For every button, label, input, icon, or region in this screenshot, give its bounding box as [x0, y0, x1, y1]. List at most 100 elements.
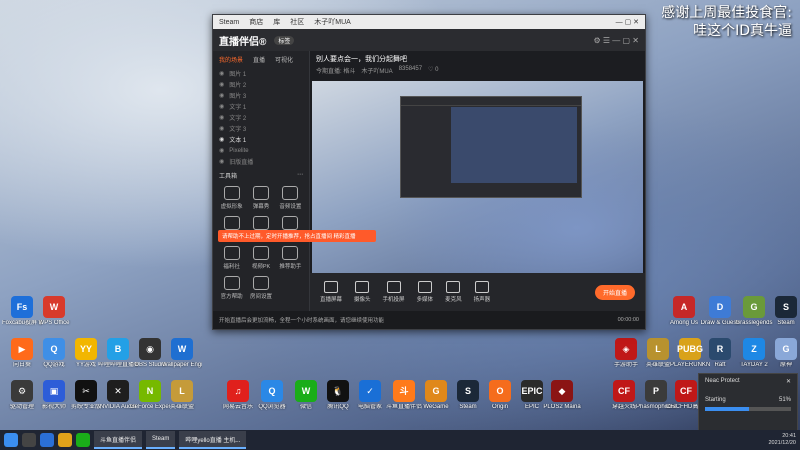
tool-icon	[252, 276, 269, 290]
eye-icon[interactable]: ◉	[219, 125, 224, 132]
speaker-button[interactable]: 扬声器	[474, 281, 490, 303]
toolbox-item-label: 福利社	[223, 264, 240, 270]
desktop-icon-left-7[interactable]: W Wallpaper Engine	[162, 338, 202, 369]
source-item[interactable]: ◉ Pixelite	[213, 145, 309, 156]
eye-icon[interactable]: ◉	[219, 136, 224, 143]
menu-user[interactable]: 木子吖MUA	[314, 17, 351, 27]
toolbox-more-icon[interactable]: ⋯	[297, 171, 303, 180]
desktop-icon-left-13[interactable]: L 英雄联盟	[162, 380, 202, 411]
desktop-icon-left-10-icon: ✂	[75, 380, 97, 402]
source-item[interactable]: ◉ 图片 3	[213, 90, 309, 101]
menu-steam[interactable]: Steam	[219, 19, 239, 26]
source-item-label: 图片 2	[229, 83, 247, 89]
desktop-icon-left-1-label: WPS Office	[38, 320, 70, 326]
eye-icon[interactable]: ◉	[219, 103, 224, 110]
folder-icon[interactable]	[58, 433, 72, 447]
source-item[interactable]: ◉ 图片 2	[213, 79, 309, 90]
source-item-label: 旧版直播	[229, 160, 254, 166]
taskbar-app-douyu[interactable]: 斗鱼直播伴侣	[94, 431, 143, 449]
toolbox-item-label: 推荐助手	[279, 264, 302, 270]
stream-overlay-id: 哇这个ID真牛逼	[693, 23, 792, 39]
desktop-icon-right-6[interactable]: A Among Us	[664, 296, 704, 327]
taskbar-app-bilibili[interactable]: 哔哩yello直播 主机...	[179, 431, 247, 449]
live-title[interactable]: 别人要点会一，我们分起舞吧	[316, 54, 639, 64]
system-clock[interactable]: 20:41 2021/12/20	[768, 433, 796, 447]
desktop-icon-bottom-5-icon: 斗	[393, 380, 415, 402]
wechat-taskbar-icon[interactable]	[76, 433, 90, 447]
toolbox-grid: 虚拟形象弹幕秀音频设置PK连麦截图直播伴侣福利社视频PK推荐助手官方帮助房间设置	[213, 184, 309, 302]
speaker-icon	[474, 281, 489, 293]
toolbox-item[interactable]: 官方帮助	[217, 276, 246, 300]
room-id: 8358457	[398, 66, 423, 72]
edge-icon[interactable]	[40, 433, 54, 447]
app-logo: 直播伴侣®	[219, 36, 267, 48]
tool-icon	[223, 246, 240, 260]
screen-capture-button[interactable]: 直播屏幕	[320, 281, 342, 303]
stream-overlay-thanks: 感谢上周最佳投食官:	[661, 5, 792, 21]
eye-icon[interactable]: ◉	[219, 81, 224, 88]
desktop-icon-left-12-icon: N	[139, 380, 161, 402]
eye-icon[interactable]: ◉	[219, 114, 224, 121]
clock-time: 20:41	[782, 433, 796, 439]
taskbar: 斗鱼直播伴侣 Steam 哔哩yello直播 主机... 20:41 2021/…	[0, 430, 800, 450]
desktop-icon-bottom-10[interactable]: ◆ PLOS2 Maina	[542, 380, 582, 411]
desktop-icon-left-1[interactable]: W WPS Office	[34, 296, 74, 327]
menu-library[interactable]: 库	[273, 17, 280, 27]
toolbox-item[interactable]: 视频PK	[246, 246, 275, 270]
camera-button[interactable]: 摄像头	[354, 281, 371, 303]
toolbox-item[interactable]: 音频设置	[276, 186, 305, 210]
live-category[interactable]: 今期直播: 格斗	[316, 66, 355, 75]
desktop-icon-left-8-icon: ⚙	[11, 380, 33, 402]
menu-community[interactable]: 社区	[290, 17, 304, 27]
desktop-icon-bottom-4-icon: ✓	[359, 380, 381, 402]
source-item[interactable]: ◉ 文字 1	[213, 101, 309, 112]
tab-my-scene[interactable]: 我的场景	[219, 55, 243, 64]
source-item[interactable]: ◉ 图片 1	[213, 68, 309, 79]
eye-icon[interactable]: ◉	[219, 70, 224, 77]
neac-protect-popup: Neac Protect ✕ Starting 51%	[698, 373, 798, 433]
desktop-icon-bottom-8-icon: O	[489, 380, 511, 402]
neac-progress-fill	[705, 407, 749, 411]
desktop-icon-right-2-icon: PUBG	[677, 338, 703, 360]
toolbox-item[interactable]: 虚拟形象	[217, 186, 246, 210]
desktop-icon-left-3-icon: Q	[43, 338, 65, 360]
desktop-icon-right-9[interactable]: S Steam	[766, 296, 800, 327]
tool-icon	[282, 186, 299, 200]
toolbox-item[interactable]: 房间设置	[246, 276, 275, 300]
desktop-icon-right-7-icon: D	[709, 296, 731, 318]
taskbar-app-steam[interactable]: Steam	[146, 431, 176, 449]
desktop-icon-right-5[interactable]: G 原神	[766, 338, 800, 369]
source-item[interactable]: ◉ 文字 2	[213, 112, 309, 123]
tool-icon	[252, 186, 269, 200]
tab-visual[interactable]: 可视化	[275, 55, 293, 64]
phone-cast-button[interactable]: 手机投屏	[383, 281, 405, 303]
desktop-icon-bottom-2-icon: W	[295, 380, 317, 402]
start-live-button[interactable]: 开始直播	[594, 284, 635, 300]
toolbox-item[interactable]: 福利社	[217, 246, 246, 270]
promo-toast[interactable]: 请帮助不上过期，定时开播推荐，抢占直播间 精彩直播	[218, 230, 376, 242]
window-controls[interactable]: — ▢ ✕	[616, 18, 639, 26]
windows-start-icon[interactable]	[4, 433, 18, 447]
neac-title: Neac Protect	[705, 378, 740, 384]
mic-button[interactable]: 麦克风	[445, 281, 462, 303]
close-icon[interactable]: ✕	[786, 378, 791, 385]
tab-live[interactable]: 直播	[253, 55, 265, 64]
menu-store[interactable]: 商店	[249, 17, 263, 27]
media-button[interactable]: 多媒体	[417, 281, 433, 303]
tool-icon	[223, 186, 240, 200]
title-controls[interactable]: ⚙ ☰ — ▢ ✕	[594, 36, 640, 45]
desktop-icon-right-3-icon: R	[709, 338, 731, 360]
source-item[interactable]: ◉ 文字 3	[213, 123, 309, 134]
source-item-label: 文字 1	[229, 105, 247, 111]
source-item[interactable]: ◉ 旧版直播	[213, 156, 309, 167]
like-count: ♡ 0	[428, 67, 439, 73]
source-item[interactable]: ◉ 文本 1	[213, 134, 309, 145]
nested-preview-window	[400, 96, 582, 198]
eye-icon[interactable]: ◉	[219, 92, 224, 99]
eye-icon[interactable]: ◉	[219, 158, 224, 165]
desktop-icon-left-6-icon: ◉	[139, 338, 161, 360]
toolbox-item[interactable]: 推荐助手	[276, 246, 305, 270]
toolbox-item[interactable]: 弹幕秀	[246, 186, 275, 210]
search-icon[interactable]	[22, 433, 36, 447]
eye-icon[interactable]: ◉	[219, 147, 224, 154]
